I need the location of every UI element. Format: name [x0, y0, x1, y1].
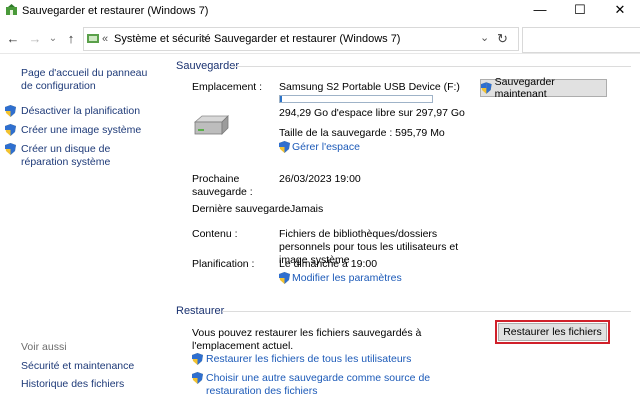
- minimize-button[interactable]: —: [520, 0, 560, 22]
- uac-shield-icon: [279, 141, 290, 153]
- last-backup-label: Dernière sauvegarde: [192, 203, 291, 215]
- disk-usage-fill: [280, 96, 282, 102]
- window-title: Sauvegarder et restaurer (Windows 7): [22, 5, 209, 17]
- manage-space-link[interactable]: Gérer l'espace: [292, 141, 360, 154]
- control-panel-icon: [87, 34, 99, 43]
- breadcrumb-overflow[interactable]: «: [102, 33, 108, 45]
- close-button[interactable]: ✕: [600, 0, 640, 22]
- uac-shield-icon: [279, 272, 290, 284]
- next-backup-value: 26/03/2023 19:00: [279, 173, 361, 185]
- next-backup-label: Prochaine sauvegarde :: [192, 173, 253, 198]
- backup-divider: [229, 66, 631, 67]
- uac-shield-icon: [5, 143, 16, 155]
- back-arrow-icon[interactable]: ←: [4, 30, 22, 48]
- disk-usage-bar: [279, 95, 433, 103]
- restore-all-users-link[interactable]: Restaurer les fichiers de tous les utili…: [206, 353, 411, 366]
- see-also-security-maintenance[interactable]: Sécurité et maintenance: [21, 360, 134, 373]
- last-backup-value: Jamais: [290, 203, 324, 215]
- title-bar: Sauvegarder et restaurer (Windows 7) — ☐…: [0, 0, 640, 22]
- restore-divider: [222, 311, 631, 312]
- uac-shield-icon: [5, 105, 16, 117]
- schedule-value: Le dimanche à 19:00: [279, 258, 378, 270]
- location-value: Samsung S2 Portable USB Device (F:): [279, 81, 460, 93]
- external-drive-icon: [193, 115, 229, 135]
- free-space-text: 294,29 Go d'espace libre sur 297,97 Go: [279, 107, 465, 119]
- restore-files-button[interactable]: Restaurer les fichiers: [498, 323, 607, 341]
- maximize-button[interactable]: ☐: [560, 0, 600, 22]
- uac-shield-icon: [192, 372, 203, 384]
- backup-app-icon: [6, 4, 17, 15]
- left-pane: Page d'accueil du panneau de configurati…: [0, 54, 165, 402]
- uac-shield-icon: [481, 82, 492, 94]
- sidebar-item-disable-schedule[interactable]: Désactiver la planification: [21, 105, 140, 118]
- change-settings-link[interactable]: Modifier les paramètres: [292, 272, 402, 285]
- control-panel-home-link[interactable]: Page d'accueil du panneau de configurati…: [21, 67, 161, 93]
- forward-arrow-icon[interactable]: →: [26, 30, 44, 48]
- backup-now-button[interactable]: Sauvegarder maintenant: [480, 76, 607, 100]
- recent-dropdown-icon[interactable]: ⌄: [44, 30, 62, 48]
- up-arrow-icon[interactable]: ↑: [62, 30, 80, 48]
- uac-shield-icon: [192, 353, 203, 365]
- breadcrumb-system-security[interactable]: Système et sécurité: [114, 33, 211, 45]
- address-dropdown-icon[interactable]: ⌄: [480, 31, 489, 44]
- restore-section-title: Restaurer: [176, 305, 225, 317]
- breadcrumb-current[interactable]: Sauvegarder et restaurer (Windows 7): [214, 33, 400, 45]
- content-label: Contenu :: [192, 228, 238, 240]
- sidebar-item-create-repair-disc[interactable]: Créer un disque de réparation système: [21, 143, 156, 169]
- sidebar-item-create-system-image[interactable]: Créer une image système: [21, 124, 141, 137]
- address-bar[interactable]: « Système et sécurité > Sauvegarder et r…: [83, 27, 519, 51]
- schedule-label: Planification :: [192, 258, 255, 270]
- uac-shield-icon: [5, 124, 16, 136]
- backup-now-label: Sauvegarder maintenant: [494, 76, 555, 100]
- choose-other-backup-link[interactable]: Choisir une autre sauvegarde comme sourc…: [206, 372, 481, 398]
- breadcrumb-separator: >: [201, 33, 208, 45]
- restore-description: Vous pouvez restaurer les fichiers sauve…: [192, 327, 422, 352]
- see-also-file-history[interactable]: Historique des fichiers: [21, 378, 124, 391]
- backup-size-text: Taille de la sauvegarde : 595,79 Mo: [279, 127, 445, 139]
- refresh-icon[interactable]: ↻: [497, 31, 508, 47]
- see-also-heading: Voir aussi: [21, 341, 67, 353]
- search-input[interactable]: [522, 27, 640, 53]
- restore-files-label: Restaurer les fichiers: [503, 326, 602, 338]
- location-label: Emplacement :: [192, 81, 263, 93]
